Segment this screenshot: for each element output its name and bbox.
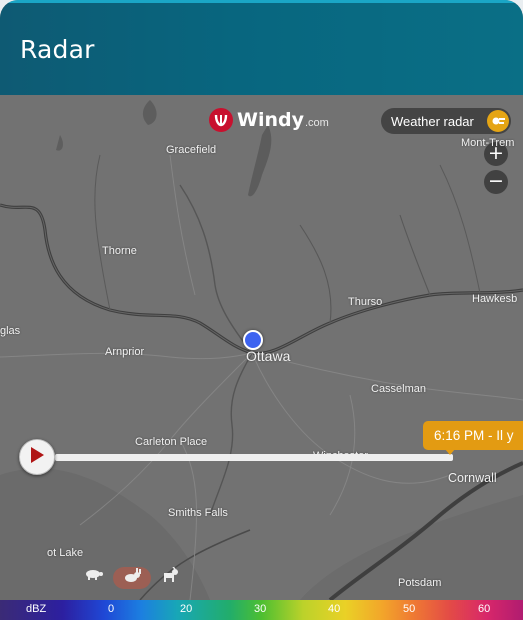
- windy-domain: .com: [304, 117, 329, 129]
- speed-normal-button[interactable]: [113, 567, 151, 589]
- radar-icon: [487, 110, 509, 132]
- turtle-icon: [84, 567, 104, 585]
- play-button[interactable]: [19, 439, 55, 475]
- place-gracefield: Gracefield: [166, 144, 217, 156]
- windy-logo[interactable]: Windy .com: [209, 108, 329, 132]
- timeline-track[interactable]: [55, 454, 453, 461]
- place-arnprior: Arnprior: [105, 346, 145, 358]
- legend-tick: 0: [108, 603, 115, 615]
- legend-tick: 30: [254, 603, 267, 615]
- place-ot-lake: ot Lake: [47, 547, 84, 559]
- timeline-time-label[interactable]: 6:16 PM - Il y: [423, 421, 523, 450]
- location-marker[interactable]: [243, 330, 263, 350]
- radar-widget: Radar Windy .com Weather radar + − Grace…: [0, 0, 523, 620]
- widget-header: Radar: [0, 0, 523, 95]
- layer-selector[interactable]: Weather radar: [381, 108, 511, 134]
- speed-fast-button[interactable]: [158, 565, 182, 588]
- speed-slow-button[interactable]: [82, 565, 106, 587]
- place-ottawa: Ottawa: [246, 348, 291, 364]
- place-hawkesbury: Hawkesb: [472, 293, 518, 305]
- place-smiths-falls: Smiths Falls: [168, 507, 228, 519]
- place-potsdam: Potsdam: [398, 577, 442, 589]
- rabbit-icon: [122, 567, 142, 589]
- widget-title: Radar: [20, 35, 95, 64]
- place-mont-tremblant: Mont-Trem: [461, 137, 515, 149]
- play-icon: [29, 446, 45, 469]
- legend-tick: 60: [478, 603, 491, 615]
- zoom-out-button[interactable]: −: [484, 170, 508, 194]
- legend-tick: 40: [328, 603, 341, 615]
- timeline-handle[interactable]: [445, 449, 455, 455]
- place-cornwall: Cornwall: [448, 471, 497, 485]
- place-casselman: Casselman: [371, 383, 427, 395]
- place-glas: glas: [0, 325, 21, 337]
- legend-tick: 50: [403, 603, 416, 615]
- layer-label: Weather radar: [391, 113, 474, 129]
- windy-logo-icon: [209, 108, 233, 132]
- legend-unit: dBZ: [26, 603, 47, 615]
- legend-tick: 20: [180, 603, 193, 615]
- place-thurso: Thurso: [348, 296, 383, 308]
- place-thorne: Thorne: [102, 245, 137, 257]
- radar-map[interactable]: Windy .com Weather radar + − Gracefield …: [0, 95, 523, 600]
- place-carleton-place: Carleton Place: [135, 436, 208, 448]
- goat-icon: [161, 565, 179, 588]
- dbz-legend: dBZ 0 20 30 40 50 60: [0, 600, 523, 620]
- windy-brand: Windy: [237, 109, 304, 131]
